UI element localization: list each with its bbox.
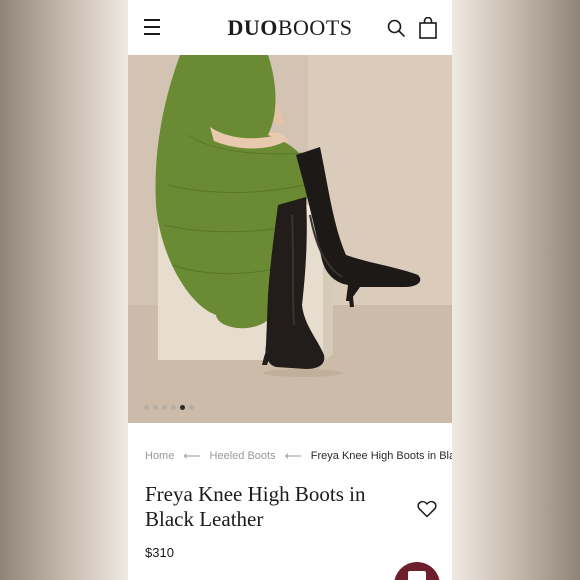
chat-icon xyxy=(408,571,426,580)
breadcrumb-heeled-boots-link[interactable]: Heeled Boots xyxy=(210,450,276,462)
carousel-dot[interactable] xyxy=(153,405,158,410)
carousel-dot-active[interactable] xyxy=(180,405,185,410)
breadcrumb: Home ⟵ Heeled Boots ⟵ Freya Knee High Bo… xyxy=(145,449,452,463)
product-photo-illustration xyxy=(128,55,452,423)
carousel-dot[interactable] xyxy=(162,405,167,410)
product-price: $310 xyxy=(145,545,174,560)
arrow-left-icon: ⟵ xyxy=(183,449,201,463)
breadcrumb-current: Freya Knee High Boots in Black Leather xyxy=(310,450,452,462)
search-icon[interactable] xyxy=(386,18,406,38)
shopping-bag-icon[interactable] xyxy=(418,17,438,39)
mobile-page: DUOBOOTS Home ⟵ Heeled Boots ⟵ Freya Kne… xyxy=(128,0,452,580)
site-header: DUOBOOTS xyxy=(128,0,452,55)
product-title: Freya Knee High Boots in Black Leather xyxy=(145,482,366,531)
breadcrumb-home-link[interactable]: Home xyxy=(145,450,174,462)
arrow-left-icon: ⟵ xyxy=(284,449,302,463)
chat-widget-button[interactable] xyxy=(394,562,440,580)
logo-light-text: BOOTS xyxy=(277,15,353,40)
carousel-dot[interactable] xyxy=(144,405,149,410)
image-carousel-dots xyxy=(144,405,194,410)
carousel-dot[interactable] xyxy=(189,405,194,410)
product-image[interactable] xyxy=(128,55,452,423)
wishlist-heart-icon[interactable] xyxy=(417,500,437,518)
carousel-dot[interactable] xyxy=(171,405,176,410)
logo-bold-text: DUO xyxy=(227,15,278,40)
